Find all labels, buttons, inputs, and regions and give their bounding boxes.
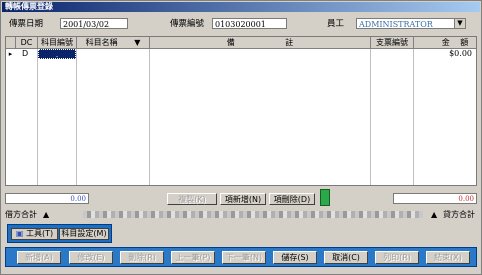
copy-button[interactable]: 複製(K) — [167, 193, 217, 205]
col-header-amount-label-2: 額 — [460, 38, 469, 47]
delete-button[interactable]: 刪除(R) — [120, 251, 164, 264]
col-header-amount[interactable]: 金 額 — [414, 37, 476, 48]
date-field[interactable]: 2001/03/02 — [60, 18, 128, 29]
col-header-account-no[interactable]: 科目編號 — [38, 37, 77, 48]
grid-col-check-no — [371, 37, 414, 185]
calculator-icon[interactable] — [320, 189, 330, 206]
col-header-account-name[interactable]: 科目名稱 ▼ — [77, 37, 150, 48]
grid-header-corner — [6, 37, 16, 48]
debit-total-label: 借方合計 — [5, 210, 37, 219]
delete-row-button[interactable]: 項刪除(D) — [269, 193, 315, 205]
col-header-check-no[interactable]: 支票編號 — [371, 37, 414, 48]
exit-button[interactable]: 結束(X) — [426, 251, 470, 264]
save-button[interactable]: 儲存(S) — [273, 251, 317, 264]
grid-col-note — [150, 37, 371, 185]
row-account-no-cell[interactable]: . — [38, 49, 76, 59]
action-button-bar: 新增(A) 修改(E) 刪除(R) 上一筆(P) 下一筆(N) 儲存(S) 取消… — [5, 247, 477, 267]
credit-total-field: 0.00 — [393, 193, 477, 204]
row-indicator-icon: ▸ — [8, 50, 13, 58]
staff-select-value: ADMINISTRATOR — [359, 20, 433, 29]
staff-select[interactable]: ADMINISTRATOR ▼ — [356, 18, 466, 29]
col-header-note-label-1: 備 — [226, 38, 235, 47]
credit-total-label: 貸方合計 — [443, 210, 475, 219]
tools-button[interactable]: ▣ 工具(T) — [11, 228, 58, 240]
edit-button[interactable]: 修改(E) — [69, 251, 113, 264]
row-amount-cell[interactable]: $0.00 — [426, 49, 472, 59]
tools-button-label: 工具(T) — [25, 229, 54, 238]
window-title: 轉帳傳票登錄 — [5, 2, 53, 11]
voucher-window: 轉帳傳票登錄 傳票日期 2001/03/02 傳票編號 0103020001 員… — [0, 0, 482, 275]
triangle-up-right-icon: ▲ — [431, 210, 438, 219]
account-setup-button[interactable]: 科目設定(M) — [59, 228, 109, 240]
grid-header: DC 科目編號 科目名稱 ▼ 備 註 支票編號 金 額 — [6, 37, 476, 49]
col-header-note-label-2: 註 — [285, 38, 294, 47]
row-dc-cell[interactable]: D — [22, 49, 32, 59]
staff-label: 員工 — [327, 19, 345, 29]
voucher-number-field[interactable]: 0103020001 — [212, 18, 287, 29]
grid-col-dc — [15, 37, 38, 185]
insert-row-button[interactable]: 項新增(N) — [220, 193, 266, 205]
sort-down-icon: ▼ — [134, 38, 141, 47]
cancel-button[interactable]: 取消(C) — [324, 251, 368, 264]
tools-icon: ▣ — [15, 229, 24, 238]
next-button[interactable]: 下一筆(N) — [222, 251, 266, 264]
voucher-grid[interactable]: DC 科目編號 科目名稱 ▼ 備 註 支票編號 金 額 ▸ D . $0.00 — [5, 36, 477, 186]
col-header-note[interactable]: 備 註 — [150, 37, 371, 48]
print-button[interactable]: 列印(R) — [375, 251, 419, 264]
debit-total-field: 0.00 — [5, 193, 89, 204]
col-header-account-name-label: 科目名稱 — [85, 38, 118, 47]
voucher-number-label: 傳票編號 — [170, 19, 205, 29]
tools-panel: ▣ 工具(T) 科目設定(M) — [7, 224, 112, 243]
voucher-header: 傳票日期 2001/03/02 傳票編號 0103020001 員工 ADMIN… — [5, 14, 477, 34]
balance-gauge — [83, 211, 423, 218]
balance-bar: 借方合計 ▲ ▲ 貸方合計 — [5, 209, 477, 220]
chevron-down-icon[interactable]: ▼ — [454, 19, 465, 28]
col-header-amount-label-1: 金 — [441, 38, 450, 47]
triangle-up-left-icon: ▲ — [43, 210, 50, 219]
col-header-dc[interactable]: DC — [16, 37, 38, 48]
add-button[interactable]: 新增(A) — [17, 251, 61, 264]
date-label: 傳票日期 — [9, 19, 44, 29]
title-bar: 轉帳傳票登錄 — [2, 2, 480, 12]
grid-col-account-name — [77, 37, 150, 185]
prev-button[interactable]: 上一筆(P) — [171, 251, 215, 264]
